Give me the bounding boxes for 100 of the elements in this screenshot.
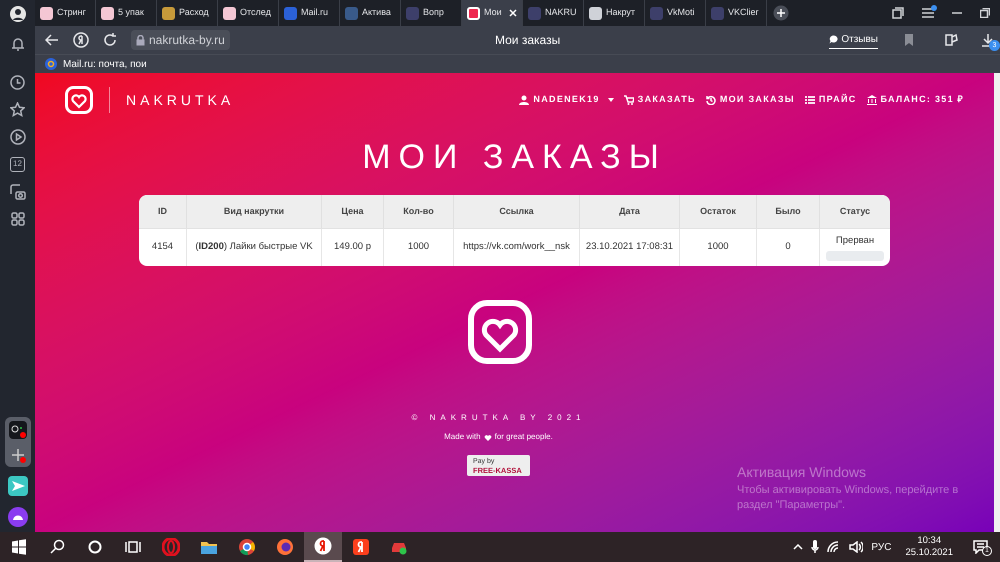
send-app-icon[interactable]	[8, 476, 28, 496]
clock[interactable]: 10:34 25.10.2021	[905, 535, 953, 559]
tab-favicon	[223, 6, 236, 20]
status-text: Прерван	[836, 234, 874, 248]
column-header: Кол-во	[384, 195, 454, 228]
reviews-button[interactable]: Отзывы	[829, 32, 878, 48]
table-cell: 1000	[384, 229, 454, 266]
tab-title: 5 упак	[118, 6, 144, 20]
calendar-icon[interactable]: 12	[10, 157, 25, 172]
add-icon[interactable]	[9, 447, 27, 463]
tab-favicon	[345, 6, 358, 20]
column-header: Было	[757, 195, 820, 228]
caret-icon	[608, 98, 614, 102]
tab-title: NAKRU	[545, 6, 577, 20]
tab-favicon	[101, 6, 114, 20]
tab-favicon	[650, 6, 663, 20]
table-cell: https://vk.com/work__nsk	[454, 229, 580, 266]
assistant-icon[interactable]	[8, 507, 28, 527]
nav-link[interactable]: ЗАКАЗАТЬ	[624, 93, 696, 107]
bell-icon[interactable]	[10, 36, 24, 52]
tab-title: VkMoti	[667, 6, 695, 20]
table-cell: 0	[757, 229, 820, 266]
nav-link[interactable]: ПРАЙС	[804, 93, 857, 107]
nav-link[interactable]: МОИ ЗАКАЗЫ	[706, 93, 795, 107]
tab-favicon	[528, 6, 541, 20]
page-heading: МОИ ЗАКАЗЫ	[362, 137, 667, 178]
copy-icon[interactable]	[892, 7, 904, 19]
nav-link[interactable]: NADENEK19	[519, 93, 614, 107]
column-header: Остаток	[680, 195, 757, 228]
column-header: Статус	[838, 204, 872, 218]
bookmark-item[interactable]: Mail.ru: почта, пои	[45, 56, 147, 72]
heart-icon	[484, 434, 492, 440]
list-icon	[804, 95, 815, 105]
bank-icon	[866, 95, 877, 105]
table-cell: 1000	[680, 229, 757, 266]
tab-favicon	[589, 6, 602, 20]
close-icon[interactable]	[509, 9, 517, 17]
tab-favicon	[162, 6, 175, 20]
heart-logo-icon	[468, 300, 532, 364]
clock-icon[interactable]	[10, 75, 25, 90]
at-sign-icon	[45, 58, 57, 70]
tab-title: VKClier	[728, 6, 759, 20]
tab-title: Стринг	[57, 6, 86, 20]
bookmark-icon[interactable]	[904, 34, 914, 46]
page-title: Мои заказы	[495, 32, 560, 49]
table-cell: 149.00 р	[322, 229, 384, 266]
notification-icon[interactable]	[973, 540, 988, 554]
back-icon[interactable]	[45, 34, 59, 46]
camera-icon[interactable]	[10, 184, 26, 200]
tab-title: Мои	[484, 6, 502, 20]
browser-tab[interactable]: Мои	[462, 0, 523, 26]
download-icon[interactable]	[982, 34, 994, 46]
menu-icon[interactable]	[922, 8, 934, 18]
tab-favicon	[40, 6, 53, 20]
extensions-icon[interactable]	[944, 33, 958, 47]
lock-icon	[136, 34, 145, 46]
column-header: Дата	[580, 195, 680, 228]
language-indicator[interactable]: РУС	[871, 540, 892, 554]
footer-text: Made with	[444, 431, 481, 443]
activation-text: Чтобы активировать Windows, перейдите в раздел "Параметры".	[737, 483, 960, 513]
table-cell: (ID200) Лайки быстрые VK	[187, 229, 322, 266]
tab-title: Накрут	[606, 6, 635, 20]
tab-favicon	[284, 6, 297, 20]
tab-title: Актива	[362, 6, 391, 20]
cart-icon	[624, 95, 634, 105]
new-tab-icon[interactable]	[773, 5, 789, 21]
activation-title: Активация Windows	[737, 463, 868, 482]
copyright-text: © NAKRUTKA BY 2021	[411, 412, 586, 424]
user-icon	[519, 95, 530, 105]
footer-text: for great people.	[494, 431, 553, 443]
reload-icon[interactable]	[103, 33, 117, 47]
star-icon[interactable]	[10, 102, 25, 117]
nav-link[interactable]: БАЛАНС: 351 ₽	[866, 93, 964, 107]
column-header: Цена	[322, 195, 384, 228]
restore-icon[interactable]	[980, 8, 990, 18]
tab-title: Отслед	[240, 6, 271, 20]
tab-favicon	[406, 6, 419, 20]
column-header: Ссылка	[454, 195, 580, 228]
speech-bubble-icon	[829, 34, 838, 44]
speaker-icon[interactable]	[849, 541, 864, 553]
grid-icon[interactable]	[10, 212, 24, 226]
tab-favicon	[467, 6, 480, 20]
history-icon	[706, 95, 716, 105]
microphone-icon[interactable]	[811, 540, 820, 554]
yandex-icon[interactable]	[73, 32, 89, 48]
tab-title: Mail.ru	[301, 6, 328, 20]
camera-app-icon[interactable]	[9, 421, 27, 439]
tab-title: Расход	[179, 6, 209, 20]
site-logo-text: NAKRUTKA	[126, 90, 234, 110]
column-header: Вид накрутки	[187, 195, 322, 228]
tab-title: Вопр	[423, 6, 444, 20]
play-icon[interactable]	[10, 129, 26, 145]
table-cell: 23.10.2021 17:08:31	[580, 229, 680, 266]
profile-icon	[10, 6, 26, 22]
address-field[interactable]: nakrutka-by.ru	[131, 30, 230, 50]
table-cell: 4154	[139, 229, 187, 266]
chevron-up-icon[interactable]	[793, 544, 804, 550]
tab-favicon	[711, 6, 724, 20]
yandex-browser-icon[interactable]	[304, 532, 342, 562]
column-header: ID	[139, 195, 187, 228]
